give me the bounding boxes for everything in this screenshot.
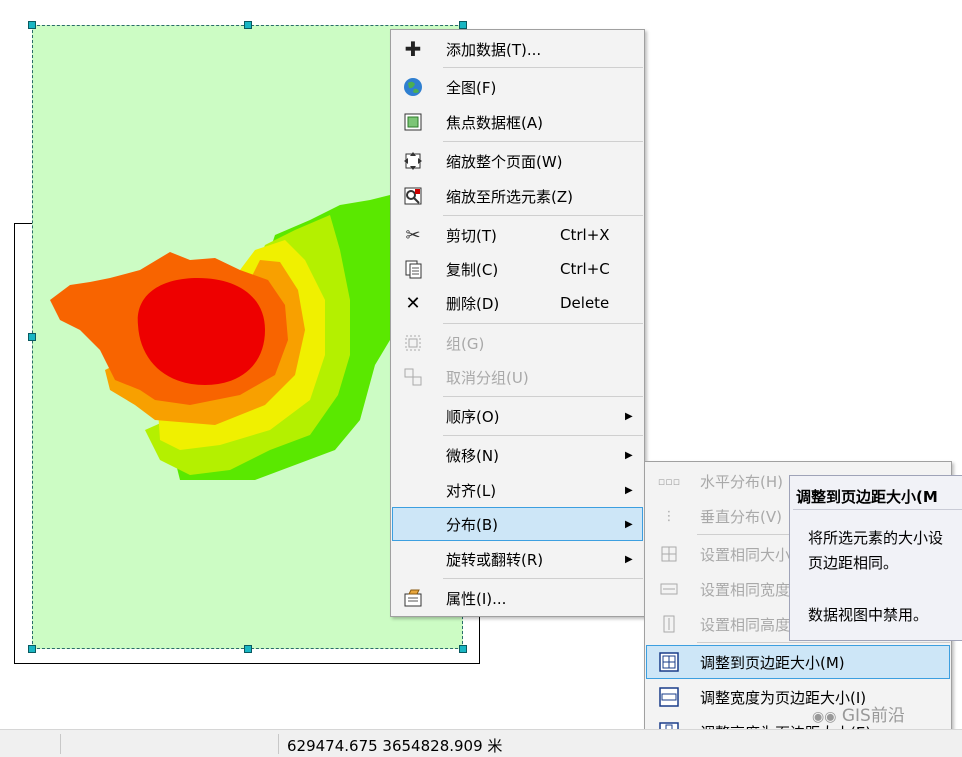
wechat-icon: ◉◉ — [812, 709, 837, 725]
watermark-text: GIS前沿 — [841, 706, 905, 726]
menu-item-shortcut: Ctrl+C — [560, 260, 610, 278]
scissors-icon: ✂ — [405, 224, 421, 246]
distribute-vertical-icon: ⋮ — [662, 508, 676, 524]
coordinate-readout: 629474.675 3654828.909 米 — [287, 737, 503, 755]
submenu-arrow-icon: ▶ — [625, 449, 633, 461]
menu-item-label: 分布(B) — [446, 515, 498, 534]
menu-item-group[interactable]: 组(G) — [392, 326, 643, 360]
menu-separator — [443, 435, 643, 436]
menu-separator — [697, 642, 950, 643]
same-width-icon — [658, 578, 680, 600]
same-height-icon — [658, 613, 680, 635]
submenu-item-label: 设置相同大小 — [700, 545, 791, 564]
menu-item-add-data[interactable]: ✚ 添加数据(T)... — [392, 32, 643, 66]
submenu-item-label: 设置相同宽度 — [700, 580, 791, 599]
submenu-item-label: 设置相同高度 — [700, 615, 791, 634]
tooltip: 调整到页边距大小(M 将所选元素的大小设 页边距相同。 数据视图中禁用。 — [789, 475, 962, 641]
menu-item-label: 缩放整个页面(W) — [446, 152, 563, 171]
menu-item-order[interactable]: 顺序(O) ▶ — [392, 399, 643, 433]
menu-item-label: 复制(C) — [446, 260, 499, 279]
menu-item-label: 组(G) — [446, 334, 485, 353]
menu-separator — [443, 578, 643, 579]
selection-handle-top[interactable] — [244, 21, 252, 29]
menu-item-label: 剪切(T) — [446, 226, 497, 245]
selection-handle-bottom-left[interactable] — [28, 645, 36, 653]
menu-item-ungroup[interactable]: 取消分组(U) — [392, 360, 643, 394]
fit-width-to-margins-icon — [658, 686, 680, 708]
menu-item-label: 缩放至所选元素(Z) — [446, 187, 573, 206]
focus-frame-icon — [402, 111, 424, 133]
menu-separator — [443, 141, 643, 142]
menu-item-label: 取消分组(U) — [446, 368, 529, 387]
submenu-arrow-icon: ▶ — [625, 553, 633, 565]
menu-item-distribute[interactable]: 分布(B) ▶ — [392, 507, 643, 541]
selection-handle-top-left[interactable] — [28, 21, 36, 29]
copy-icon — [402, 258, 424, 280]
menu-item-shortcut: Ctrl+X — [560, 226, 610, 244]
group-icon — [402, 332, 424, 354]
menu-item-label: 添加数据(T)... — [446, 40, 542, 59]
selection-handle-left[interactable] — [28, 333, 36, 341]
menu-item-label: 全图(F) — [446, 78, 497, 97]
menu-item-delete[interactable]: ✕ 删除(D) Delete — [392, 286, 643, 320]
menu-item-copy[interactable]: 复制(C) Ctrl+C — [392, 252, 643, 286]
layout-page-outline-right — [479, 615, 480, 664]
status-bar-divider — [278, 734, 279, 754]
menu-item-focus-data-frame[interactable]: 焦点数据框(A) — [392, 105, 643, 139]
distribute-horizontal-icon: ▫▫▫ — [657, 474, 681, 488]
submenu-arrow-icon: ▶ — [625, 484, 633, 496]
fit-to-margins-icon — [658, 651, 680, 673]
watermark: ◉◉ GIS前沿 — [812, 701, 905, 726]
menu-item-rotate-flip[interactable]: 旋转或翻转(R) ▶ — [392, 542, 643, 576]
menu-separator — [443, 215, 643, 216]
menu-item-zoom-to-selected[interactable]: 缩放至所选元素(Z) — [392, 179, 643, 213]
ungroup-icon — [402, 366, 424, 388]
menu-item-properties[interactable]: 属性(I)... — [392, 581, 643, 615]
selection-handle-top-right[interactable] — [459, 21, 467, 29]
selection-handle-bottom[interactable] — [244, 645, 252, 653]
zoom-to-selected-icon — [402, 185, 424, 207]
status-bar: 629474.675 3654828.909 米 — [0, 729, 962, 757]
menu-item-shortcut: Delete — [560, 294, 610, 312]
menu-item-align[interactable]: 对齐(L) ▶ — [392, 473, 643, 507]
menu-separator — [443, 323, 643, 324]
context-menu: ✚ 添加数据(T)... 全图(F) 焦点数据框(A) 缩放整个页面(W) 缩放… — [390, 29, 645, 617]
menu-item-zoom-whole-page[interactable]: 缩放整个页面(W) — [392, 144, 643, 178]
menu-item-nudge[interactable]: 微移(N) ▶ — [392, 438, 643, 472]
menu-item-full-extent[interactable]: 全图(F) — [392, 70, 643, 104]
zoom-whole-page-icon — [402, 150, 424, 172]
globe-icon — [402, 76, 424, 98]
tooltip-body-line: 将所选元素的大小设 — [808, 529, 944, 547]
tooltip-title: 调整到页边距大小(M — [796, 488, 938, 506]
properties-icon — [402, 587, 424, 609]
submenu-item-label: 垂直分布(V) — [700, 507, 782, 526]
tooltip-body-line: 页边距相同。 — [808, 554, 899, 572]
layout-page-outline-top — [14, 223, 32, 224]
submenu-item-fit-to-margins[interactable]: 调整到页边距大小(M) — [646, 645, 950, 679]
menu-item-label: 旋转或翻转(R) — [446, 550, 544, 569]
menu-item-label: 顺序(O) — [446, 407, 500, 426]
submenu-arrow-icon: ▶ — [625, 518, 633, 530]
submenu-item-label: 调整到页边距大小(M) — [700, 653, 845, 672]
menu-item-label: 微移(N) — [446, 446, 499, 465]
submenu-arrow-icon: ▶ — [625, 410, 633, 422]
menu-item-label: 删除(D) — [446, 294, 500, 313]
menu-item-label: 属性(I)... — [446, 589, 507, 608]
same-size-icon — [658, 543, 680, 565]
menu-item-label: 焦点数据框(A) — [446, 113, 543, 132]
tooltip-body: 将所选元素的大小设 页边距相同。 — [808, 526, 943, 576]
menu-item-label: 对齐(L) — [446, 481, 497, 500]
tooltip-divider — [793, 509, 962, 510]
contour-map — [50, 195, 390, 480]
delete-x-icon: ✕ — [405, 292, 421, 314]
tooltip-note: 数据视图中禁用。 — [808, 606, 929, 624]
status-bar-divider — [60, 734, 61, 754]
add-data-icon: ✚ — [404, 37, 422, 61]
menu-separator — [443, 396, 643, 397]
menu-separator — [443, 67, 643, 68]
selection-handle-bottom-right[interactable] — [459, 645, 467, 653]
submenu-item-label: 水平分布(H) — [700, 472, 783, 491]
menu-item-cut[interactable]: ✂ 剪切(T) Ctrl+X — [392, 218, 643, 252]
